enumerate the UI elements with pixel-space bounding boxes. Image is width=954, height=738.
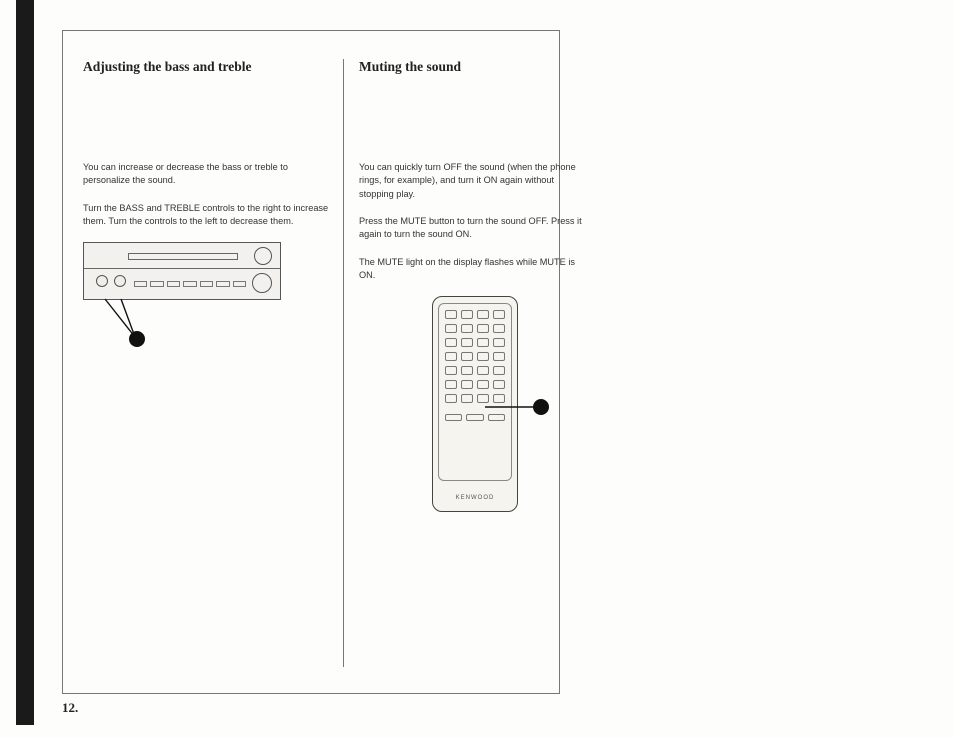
para-left-1: You can increase or decrease the bass or… (83, 161, 333, 188)
bass-knob (96, 275, 108, 287)
remote-keypad (438, 303, 512, 481)
volume-knob (252, 273, 272, 293)
para-right-1: You can quickly turn OFF the sound (when… (359, 161, 591, 201)
para-left-2: Turn the BASS and TREBLE controls to the… (83, 202, 333, 229)
para-right-2: Press the MUTE button to turn the sound … (359, 215, 591, 242)
mute-button (488, 414, 505, 421)
page-frame: Adjusting the bass and treble You can in… (62, 30, 560, 694)
callout-dot-mute (533, 399, 549, 415)
para-right-3: The MUTE light on the display flashes wh… (359, 256, 591, 283)
callout-line-bass-treble (95, 293, 155, 353)
receiver-tuning-dial (254, 247, 272, 265)
book-spine (16, 0, 34, 725)
receiver-button-row (134, 281, 246, 287)
column-left: Adjusting the bass and treble You can in… (83, 59, 333, 300)
remote-brand-label: KENWOOD (433, 495, 517, 501)
receiver-illustration (83, 242, 281, 300)
heading-bass-treble: Adjusting the bass and treble (83, 59, 333, 75)
treble-knob (114, 275, 126, 287)
column-separator (343, 59, 344, 667)
page-number: 12. (62, 700, 78, 716)
callout-dot-bass-treble (129, 331, 145, 347)
heading-mute: Muting the sound (359, 59, 591, 75)
callout-line-mute (481, 399, 541, 415)
column-right: Muting the sound You can quickly turn OF… (359, 59, 591, 512)
receiver-display-area (84, 243, 280, 269)
receiver-display-slot (128, 253, 238, 260)
